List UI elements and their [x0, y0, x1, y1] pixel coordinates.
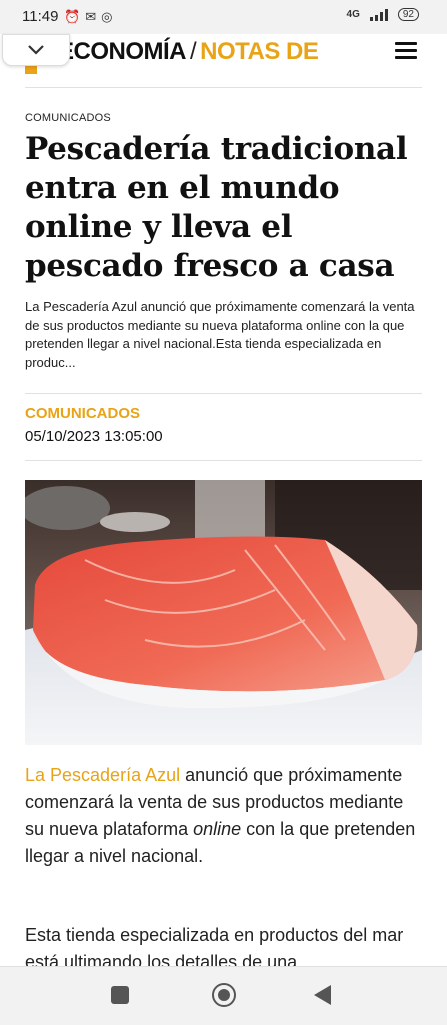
article-headline: Pescadería tradicional entra en el mundo… [25, 131, 408, 284]
company-link[interactable]: La Pescadería Azul [25, 765, 180, 785]
site-brand[interactable]: ECONOMÍA / NOTAS DE [58, 38, 319, 66]
system-nav-bar [0, 966, 447, 1025]
gmail-icon: ✉ [85, 9, 97, 24]
paragraph-italic: online [193, 819, 242, 839]
divider [25, 87, 422, 88]
site-header: ECONOMÍA / NOTAS DE [0, 34, 447, 74]
notification-icons: ⏰ ✉ ◎ [64, 9, 112, 25]
battery-icon: 92 [397, 8, 419, 21]
hamburger-menu-icon[interactable] [395, 42, 417, 60]
status-bar: 11:49 ⏰ ✉ ◎ 4G 92 [0, 0, 447, 34]
article-photo-tuna [25, 480, 422, 745]
vpn-icon: ◎ [101, 9, 113, 24]
article-kicker[interactable]: COMUNICADOS [25, 112, 111, 124]
divider [25, 393, 422, 394]
chevron-down-icon [28, 45, 44, 55]
alarm-off-icon: ⏰ [64, 9, 81, 24]
article-paragraph: La Pescadería Azul anunció que próximame… [25, 762, 422, 870]
home-icon[interactable] [212, 983, 236, 1007]
status-time: 11:49 [22, 8, 59, 25]
brand-separator: / [190, 38, 197, 65]
back-icon[interactable] [314, 985, 331, 1005]
system-icons: 4G 92 [347, 8, 419, 21]
divider [25, 460, 422, 461]
brand-name: ECONOMÍA [58, 38, 187, 65]
article-category-link[interactable]: COMUNICADOS [25, 405, 140, 422]
signal-icon [369, 8, 388, 21]
network-type: 4G [346, 9, 360, 20]
recents-icon[interactable] [111, 986, 129, 1004]
brand-section: NOTAS DE [200, 38, 319, 65]
article-date: 05/10/2023 13:05:00 [25, 428, 163, 445]
collapse-header-button[interactable] [2, 34, 70, 66]
article-summary: La Pescadería Azul anunció que próximame… [25, 299, 415, 370]
